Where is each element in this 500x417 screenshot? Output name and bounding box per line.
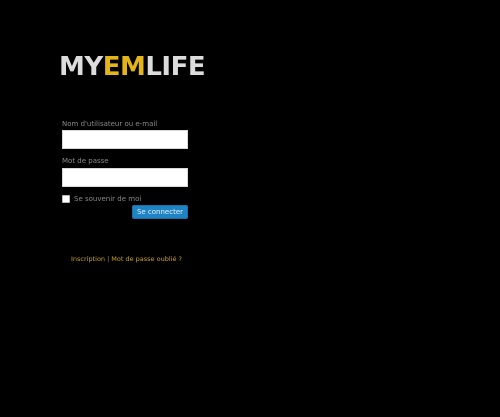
username-input[interactable] (62, 130, 188, 149)
login-button[interactable]: Se connecter (132, 205, 188, 219)
password-input[interactable] (62, 168, 188, 187)
remember-me-label: Se souvenir de moi (74, 195, 142, 203)
logo-text-my: MY (59, 52, 103, 82)
username-label: Nom d'utilisateur ou e-mail (62, 120, 158, 128)
register-link[interactable]: Inscription (71, 255, 105, 263)
footer-links: Inscription | Mot de passe oublié ? (71, 254, 182, 264)
remember-me-checkbox[interactable] (62, 195, 70, 203)
password-label: Mot de passe (62, 157, 109, 165)
lost-password-link[interactable]: Mot de passe oublié ? (111, 255, 182, 263)
myemlife-logo[interactable]: MYEMLIFE (59, 52, 206, 82)
login-page: MYEMLIFE Nom d'utilisateur ou e-mail Mot… (0, 0, 500, 417)
logo-text-life: LIFE (145, 52, 206, 82)
logo-text-em: EM (102, 52, 146, 82)
